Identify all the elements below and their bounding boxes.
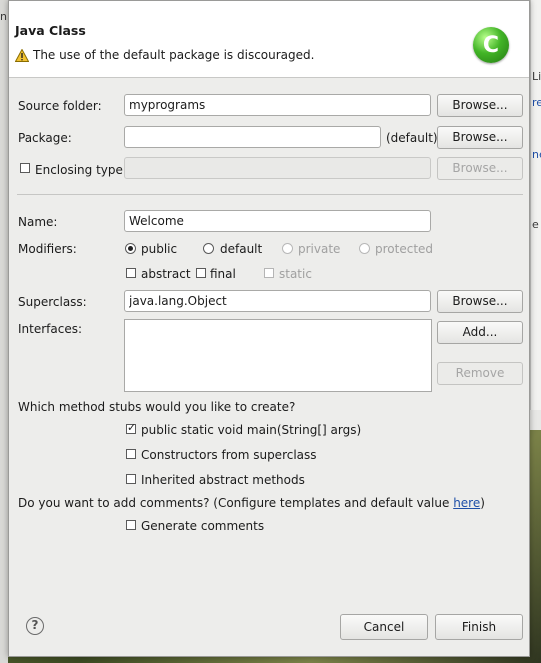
dialog-header: Java Class The use of the default packag…: [9, 1, 529, 78]
name-input[interactable]: [124, 210, 431, 232]
generate-comments-checkbox[interactable]: [126, 520, 136, 530]
stub-constructors-label: Constructors from superclass: [141, 448, 317, 462]
cancel-button[interactable]: Cancel: [340, 614, 428, 640]
modifier-protected-label: protected: [375, 242, 434, 256]
warning-text: The use of the default package is discou…: [33, 48, 315, 62]
enclosing-type-checkbox[interactable]: [20, 163, 30, 173]
modifier-final-checkbox[interactable]: [196, 268, 206, 278]
comments-question-end: ): [480, 496, 485, 510]
superclass-label: Superclass:: [18, 295, 87, 309]
modifier-default-radio[interactable]: [203, 243, 214, 254]
superclass-browse-button[interactable]: Browse...: [437, 290, 523, 313]
modifier-abstract-label: abstract: [141, 267, 191, 281]
java-class-icon: C: [473, 27, 509, 63]
generate-comments-label: Generate comments: [141, 519, 265, 533]
stub-inherited-label: Inherited abstract methods: [141, 473, 305, 487]
modifier-static-label: static: [279, 267, 312, 281]
background-editor-panel: [530, 0, 541, 410]
modifier-final-label: final: [210, 267, 236, 281]
interfaces-remove-button[interactable]: Remove: [437, 362, 523, 385]
comments-question-text: Do you want to add comments? (Configure …: [18, 496, 454, 510]
source-folder-input[interactable]: [124, 94, 431, 116]
comments-question: Do you want to add comments? (Configure …: [18, 496, 485, 510]
warning-icon: [15, 48, 29, 62]
background-text: re: [532, 96, 541, 109]
method-stubs-question: Which method stubs would you like to cre…: [18, 400, 296, 414]
source-folder-label: Source folder:: [18, 99, 102, 113]
enclosing-type-input[interactable]: [124, 157, 431, 179]
background-text: Li: [532, 70, 541, 83]
package-browse-button[interactable]: Browse...: [437, 126, 523, 149]
background-window-edge: [0, 0, 8, 663]
interfaces-list[interactable]: [124, 319, 432, 392]
stub-main-label: public static void main(String[] args): [141, 423, 362, 437]
modifier-public-label: public: [141, 242, 178, 256]
stub-main-checkbox[interactable]: [126, 421, 136, 434]
modifier-public-radio[interactable]: [125, 243, 136, 254]
warning-message: The use of the default package is discou…: [15, 48, 314, 62]
superclass-input[interactable]: [124, 290, 431, 312]
modifier-static-checkbox[interactable]: [264, 268, 274, 278]
modifier-default-label: default: [220, 242, 263, 256]
package-input[interactable]: [124, 126, 381, 148]
modifier-private-radio[interactable]: [282, 243, 293, 254]
modifier-abstract-checkbox[interactable]: [126, 268, 136, 278]
help-icon[interactable]: ?: [26, 617, 44, 635]
package-default-label: (default): [386, 131, 438, 145]
configure-templates-link[interactable]: here: [453, 496, 480, 510]
background-text: n: [0, 10, 7, 23]
modifiers-label: Modifiers:: [18, 242, 77, 256]
stub-inherited-checkbox[interactable]: [126, 474, 136, 484]
dialog-title: Java Class: [15, 23, 86, 38]
source-folder-browse-button[interactable]: Browse...: [437, 94, 523, 117]
stub-constructors-checkbox[interactable]: [126, 449, 136, 459]
background-text: ne: [532, 148, 541, 161]
interfaces-add-button[interactable]: Add...: [437, 321, 523, 344]
separator: [17, 194, 523, 195]
package-label: Package:: [18, 131, 72, 145]
interfaces-label: Interfaces:: [18, 322, 83, 336]
modifier-private-label: private: [298, 242, 341, 256]
modifier-protected-radio[interactable]: [359, 243, 370, 254]
name-label: Name:: [18, 215, 58, 229]
enclosing-type-label: Enclosing type:: [35, 163, 127, 177]
enclosing-type-browse-button[interactable]: Browse...: [437, 157, 523, 180]
finish-button[interactable]: Finish: [435, 614, 523, 640]
background-text: e: [532, 218, 539, 231]
new-java-class-dialog: Java Class The use of the default packag…: [8, 0, 530, 657]
